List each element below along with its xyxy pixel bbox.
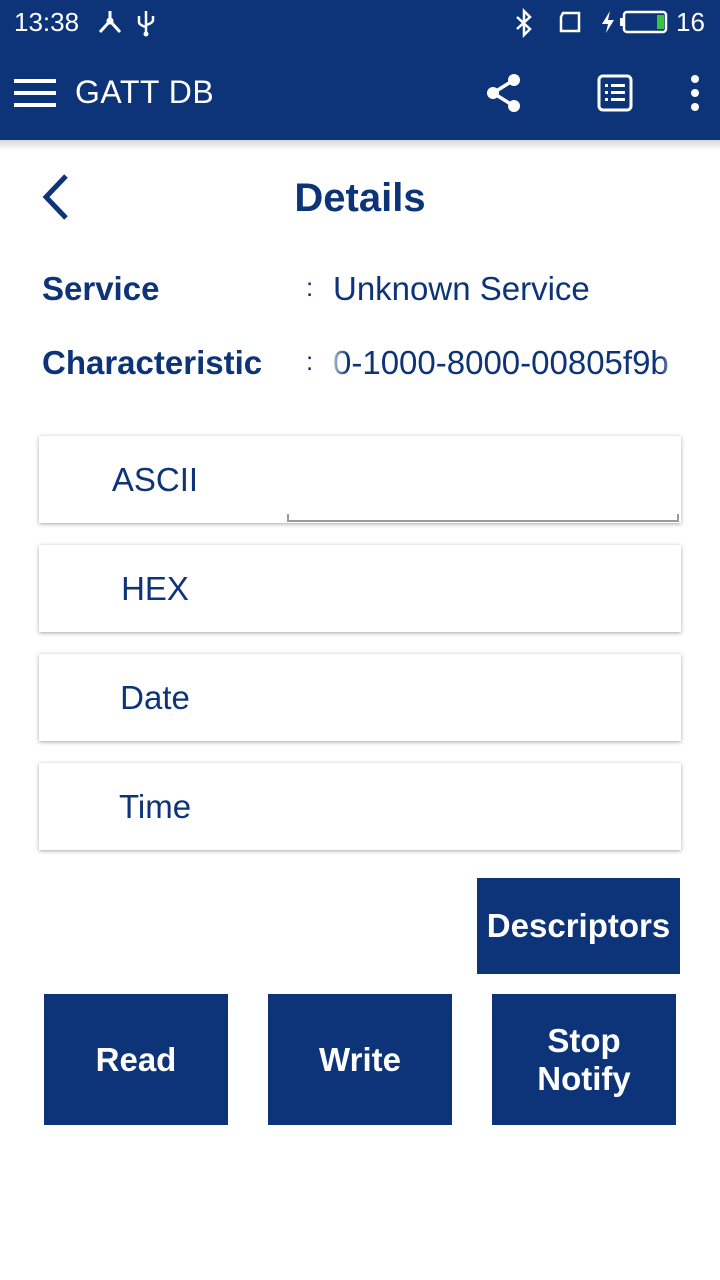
characteristic-fade-right (660, 340, 682, 390)
menu-icon[interactable] (14, 78, 58, 108)
network-icon (98, 11, 122, 34)
characteristic-fade-left (326, 340, 348, 390)
date-label: Date (120, 679, 190, 716)
service-value: Unknown Service (333, 270, 590, 307)
charging-icon (602, 11, 614, 33)
stop-notify-button[interactable]: Stop Notify (492, 994, 676, 1125)
screen-rotate-icon (559, 11, 581, 33)
stop-notify-line2: Notify (537, 1059, 631, 1097)
service-colon: : (306, 272, 314, 302)
characteristic-colon: : (306, 346, 314, 376)
time-label: Time (118, 788, 192, 825)
ascii-field-card: ASCII (39, 436, 681, 523)
battery-icon (620, 10, 668, 34)
usb-icon (137, 11, 155, 37)
time-field-card: Time (39, 763, 681, 850)
ascii-input-tick-left (287, 514, 289, 522)
more-vert-icon[interactable] (688, 74, 702, 112)
log-list-icon[interactable] (597, 74, 633, 112)
ascii-input[interactable] (287, 520, 679, 522)
characteristic-value[interactable]: 0-1000-8000-00805f9b (333, 344, 679, 382)
ascii-input-tick-right (677, 514, 679, 522)
ascii-label: ASCII (111, 461, 199, 498)
battery-level: 16 (676, 7, 705, 37)
hex-label: HEX (121, 570, 189, 607)
characteristic-label: Characteristic (42, 344, 263, 381)
characteristic-value-text: 0-1000-8000-00805f9b (333, 344, 669, 381)
app-bar: GATT DB (0, 46, 720, 140)
share-icon[interactable] (484, 72, 524, 114)
hex-field-card: HEX (39, 545, 681, 632)
app-title: GATT DB (75, 74, 215, 110)
status-time: 13:38 (14, 7, 80, 37)
page-title: Details (294, 176, 426, 220)
status-bar: 13:38 16 (0, 0, 720, 46)
descriptors-button[interactable]: Descriptors (477, 878, 680, 974)
app-bar-shadow (0, 140, 720, 150)
write-button[interactable]: Write (268, 994, 452, 1125)
read-button[interactable]: Read (44, 994, 228, 1125)
date-field-card: Date (39, 654, 681, 741)
stop-notify-line1: Stop (547, 1021, 621, 1059)
bluetooth-icon (516, 8, 532, 38)
service-label: Service (42, 270, 160, 307)
